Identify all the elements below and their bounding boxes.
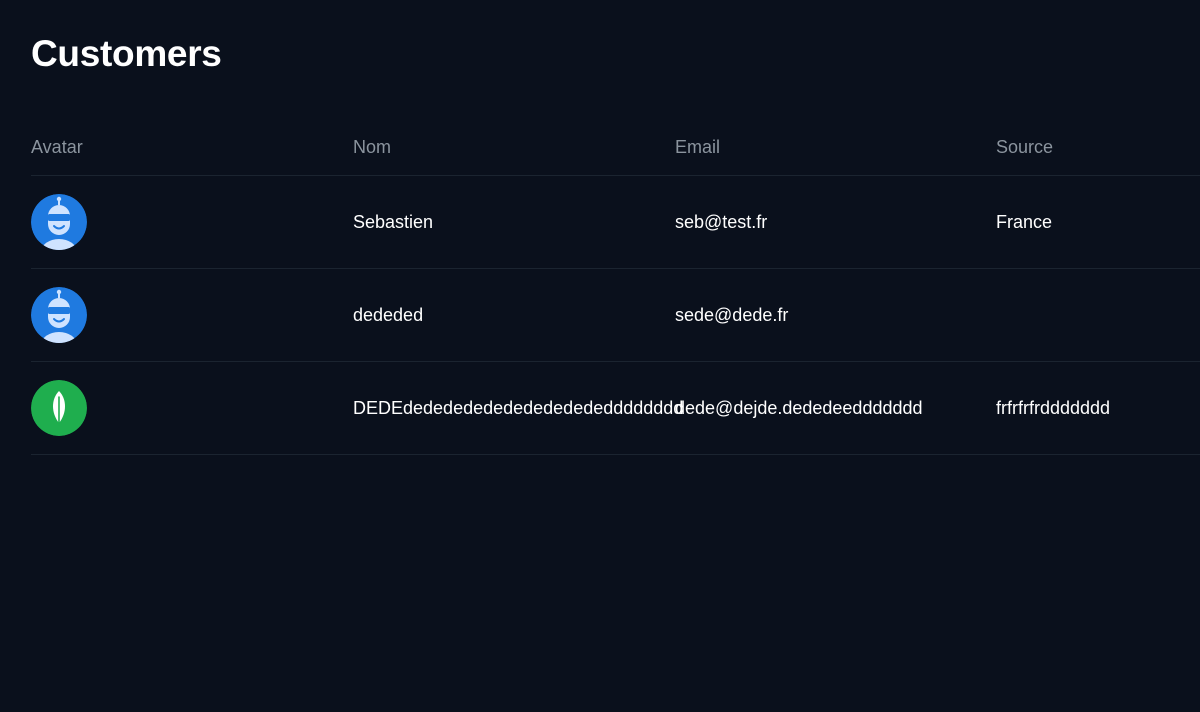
customer-name: Sebastien [353,211,434,232]
customers-table: Avatar Nom Email Source Sebastien seb@te… [31,120,1200,455]
leaf-avatar-icon [31,380,87,436]
table-row[interactable]: dededed sede@dede.fr [31,269,1200,362]
table-row[interactable]: Sebastien seb@test.fr France [31,176,1200,269]
customer-source: frfrfrfrddddddd [996,397,1111,418]
avatar-cell [31,176,87,268]
table-header-row: Avatar Nom Email Source [31,120,1200,176]
column-header-source[interactable]: Source [996,120,1053,175]
column-header-name[interactable]: Nom [353,120,391,175]
column-header-avatar[interactable]: Avatar [31,120,83,175]
customer-email: dede@dejde.dededeeddddddd [675,397,923,418]
customer-name: DEDEdededededededededededddddddd [353,397,684,418]
robot-avatar-icon [31,287,87,343]
robot-avatar-icon [31,194,87,250]
customer-source: France [996,211,1053,232]
avatar-cell [31,362,87,454]
page-title: Customers [31,33,222,74]
customer-email: seb@test.fr [675,211,768,232]
avatar-cell [31,269,87,361]
customer-email: sede@dede.fr [675,304,789,325]
column-header-email[interactable]: Email [675,120,720,175]
table-row[interactable]: DEDEdededededededededededddddddd dede@de… [31,362,1200,455]
customer-name: dededed [353,304,424,325]
